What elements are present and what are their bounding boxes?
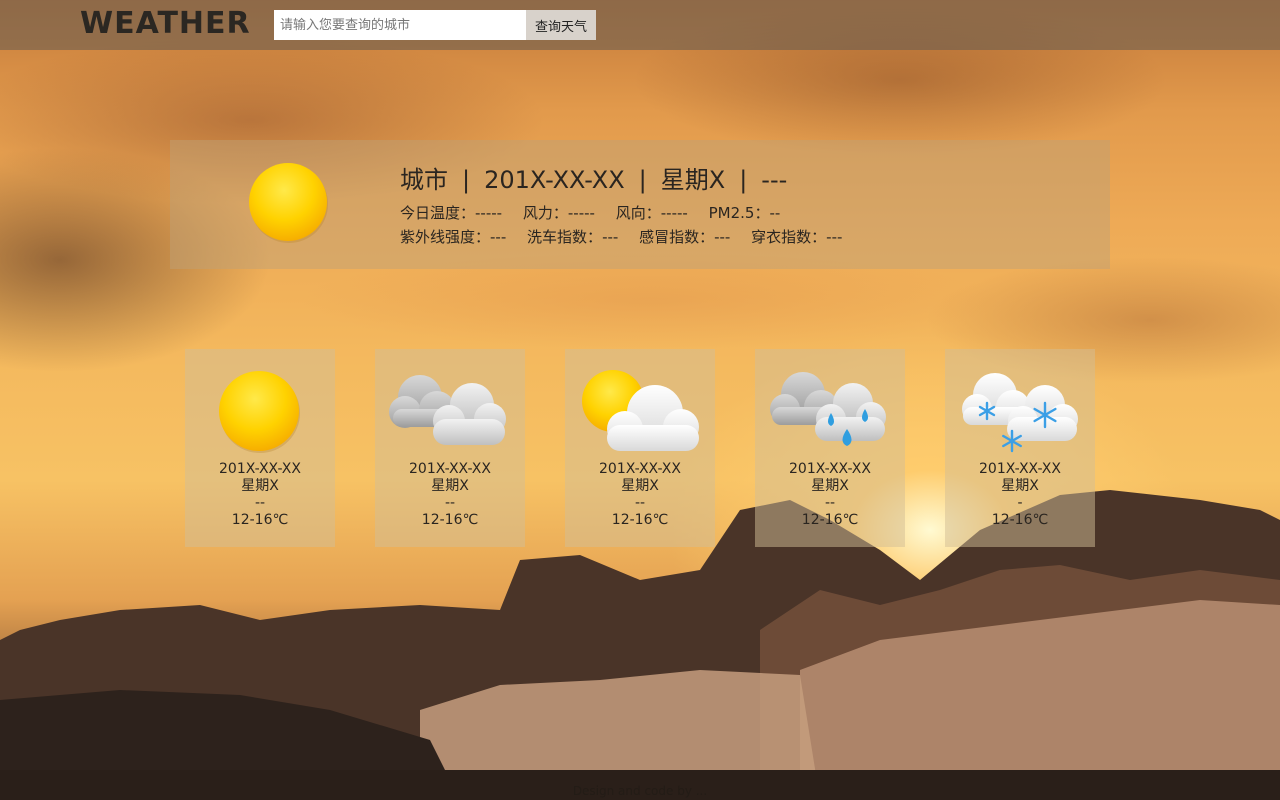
cloudy-icon [389, 375, 506, 445]
separator: | [462, 166, 471, 194]
detail-label: PM2.5： [708, 204, 770, 222]
forecast-date: 201X-XX-XX [599, 461, 681, 477]
separator: | [638, 166, 647, 194]
forecast-date: 201X-XX-XX [979, 461, 1061, 477]
detail-label: 穿衣指数： [751, 228, 827, 246]
brand-title: WEATHER [80, 6, 251, 41]
forecast-condition: -- [254, 495, 266, 511]
snow-icon [962, 373, 1078, 453]
today-temperature: 今日温度：----- [400, 204, 502, 222]
wind-force: 风力：----- [523, 204, 595, 222]
forecast-weekday: 星期X [1001, 478, 1039, 494]
forecast-weekday: 星期X [621, 478, 659, 494]
forecast-temperature: 12-16℃ [801, 512, 859, 528]
forecast-date: 201X-XX-XX [219, 461, 301, 477]
detail-value: ----- [567, 204, 595, 222]
detail-value: --- [602, 228, 619, 246]
footer-credit: Design and code by ... [572, 784, 708, 798]
forecast-card: 201X-XX-XX 星期X -- 12-16℃ [755, 349, 905, 547]
city-search-input[interactable] [274, 10, 526, 40]
sunny-icon [249, 163, 328, 243]
forecast-card: 201X-XX-XX 星期X -- 12-16℃ [375, 349, 525, 547]
forecast-text: 201X-XX-XX 星期X -- 12-16℃ [565, 461, 715, 529]
detail-value: --- [826, 228, 843, 246]
forecast-text: 201X-XX-XX 星期X -- 12-16℃ [755, 461, 905, 529]
forecast-condition: -- [444, 495, 456, 511]
forecast-text: 201X-XX-XX 星期X - 12-16℃ [945, 461, 1095, 529]
wind-direction: 风向：----- [616, 204, 688, 222]
today-date: 201X-XX-XX [484, 166, 625, 194]
cold-index: 感冒指数：--- [639, 228, 730, 246]
today-weekday: 星期X [660, 166, 726, 194]
forecast-card: 201X-XX-XX 星期X -- 12-16℃ [565, 349, 715, 547]
forecast-weekday: 星期X [241, 478, 279, 494]
today-headline: 城市 | 201X-XX-XX | 星期X | --- [400, 160, 787, 195]
forecast-card: 201X-XX-XX 星期X -- 12-16℃ [185, 349, 335, 547]
today-details-row-1: 今日温度：----- 风力：----- 风向：----- PM2.5：-- [400, 202, 796, 223]
detail-label: 风向： [615, 204, 661, 222]
city-name: 城市 [400, 166, 448, 194]
dressing-index: 穿衣指数：--- [751, 228, 842, 246]
today-condition: --- [761, 166, 788, 194]
forecast-text: 201X-XX-XX 星期X -- 12-16℃ [185, 461, 335, 529]
detail-label: 今日温度： [400, 204, 476, 222]
partly-cloudy-icon [582, 370, 699, 451]
separator: | [739, 166, 748, 194]
today-weather-panel: 城市 | 201X-XX-XX | 星期X | --- 今日温度：----- 风力：----… [170, 140, 1110, 269]
top-bar: WEATHER 查询天气 [0, 0, 1280, 50]
forecast-condition: - [1017, 495, 1023, 511]
detail-value: ----- [475, 204, 503, 222]
today-details-row-2: 紫外线强度：--- 洗车指数：--- 感冒指数：--- 穿衣指数：--- [400, 226, 858, 247]
forecast-temperature: 12-16℃ [231, 512, 289, 528]
forecast-date: 201X-XX-XX [789, 461, 871, 477]
pm25: PM2.5：-- [709, 204, 781, 222]
car-wash-index: 洗车指数：--- [527, 228, 618, 246]
search-weather-button[interactable]: 查询天气 [526, 10, 596, 40]
detail-label: 洗车指数： [527, 228, 603, 246]
forecast-condition: -- [634, 495, 646, 511]
forecast-date: 201X-XX-XX [409, 461, 491, 477]
weather-page: WEATHER 查询天气 城市|201X-XX-XX|星期X|--- 今日温度：… [0, 0, 1280, 800]
detail-value: --- [490, 228, 507, 246]
detail-label: 风力： [522, 204, 568, 222]
forecast-temperature: 12-16℃ [991, 512, 1049, 528]
forecast-card: 201X-XX-XX 星期X - 12-16℃ [945, 349, 1095, 547]
sunny-icon [219, 371, 300, 453]
forecast-temperature: 12-16℃ [611, 512, 669, 528]
rain-icon [770, 372, 886, 446]
detail-value: -- [769, 204, 781, 222]
forecast-text: 201X-XX-XX 星期X -- 12-16℃ [375, 461, 525, 529]
forecast-temperature: 12-16℃ [421, 512, 479, 528]
detail-value: --- [714, 228, 731, 246]
detail-label: 紫外线强度： [400, 228, 491, 246]
detail-value: ----- [660, 204, 688, 222]
forecast-weekday: 星期X [431, 478, 469, 494]
forecast-weekday: 星期X [811, 478, 849, 494]
uv-index: 紫外线强度：--- [400, 228, 506, 246]
forecast-condition: -- [824, 495, 836, 511]
detail-label: 感冒指数： [639, 228, 715, 246]
